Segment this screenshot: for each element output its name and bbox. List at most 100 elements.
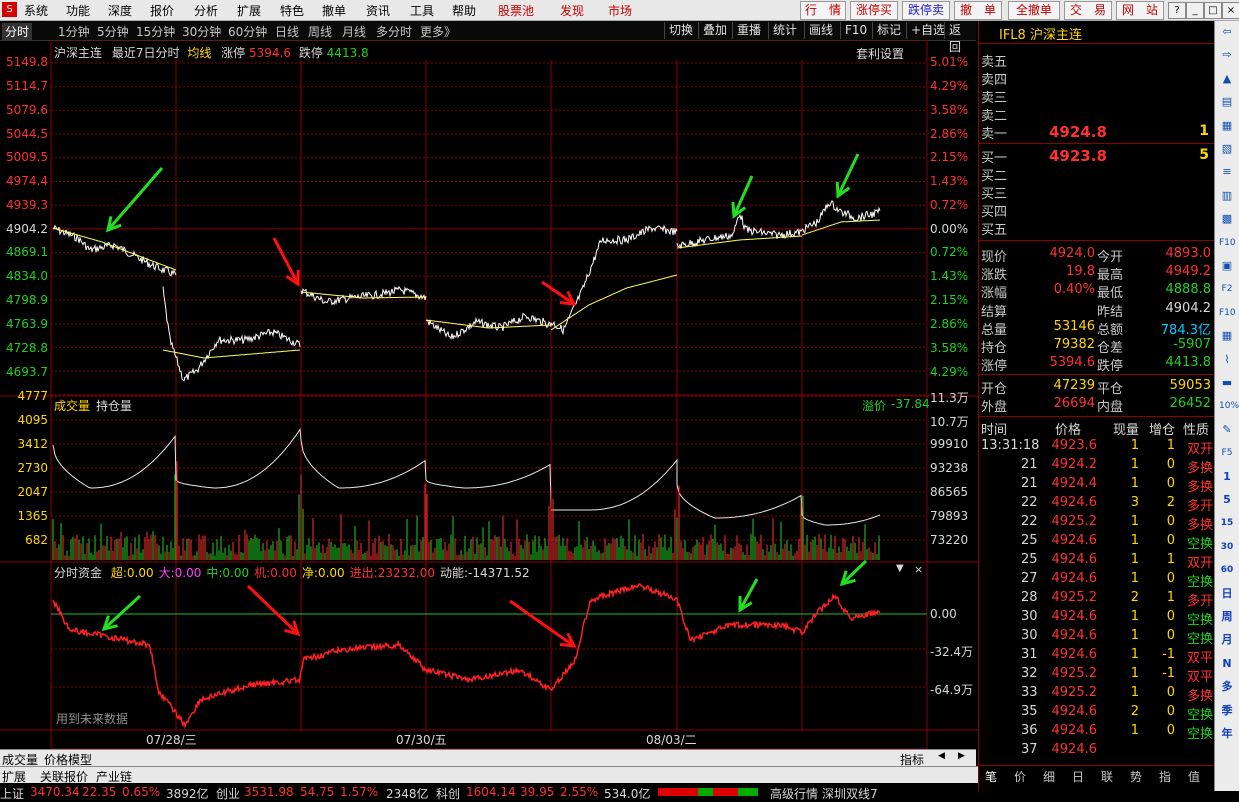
toolbar-shortcut-icon[interactable]: ▤ bbox=[1219, 94, 1235, 110]
toolbar-shortcut-icon[interactable]: N bbox=[1219, 656, 1235, 672]
menu-analysis[interactable]: 分析 bbox=[194, 2, 218, 19]
minimize-button[interactable]: _ bbox=[1186, 2, 1204, 19]
toolbar-shortcut-icon[interactable]: ⌇ bbox=[1219, 352, 1235, 368]
toolbar-shortcut-icon[interactable]: 年 bbox=[1219, 726, 1235, 742]
tick-tab[interactable]: 值 bbox=[1188, 768, 1200, 785]
toolbar-shortcut-icon[interactable]: F2 bbox=[1219, 281, 1235, 297]
tick-tab[interactable]: 日 bbox=[1072, 768, 1084, 785]
tick-tab[interactable]: 价 bbox=[1014, 768, 1026, 785]
tab-intraday[interactable]: 分时 bbox=[2, 23, 33, 40]
toolbar-shortcut-icon[interactable]: F10 bbox=[1219, 305, 1236, 321]
bid-level-label: 买二 bbox=[981, 169, 1008, 184]
panel-close-icon[interactable]: × bbox=[914, 563, 923, 576]
back-button[interactable]: 返回 bbox=[944, 22, 976, 54]
add-watchlist-button[interactable]: +自选 bbox=[906, 22, 949, 39]
toolbar-shortcut-icon[interactable]: 多 bbox=[1219, 679, 1235, 695]
menu-system[interactable]: 系统 bbox=[24, 2, 48, 19]
toolbar-shortcut-icon[interactable]: 周 bbox=[1219, 609, 1235, 625]
tab-daily[interactable]: 日线 bbox=[275, 23, 299, 40]
tab-multi-intraday[interactable]: 多分时 bbox=[376, 23, 412, 40]
menu-stock-pool[interactable]: 股票池 bbox=[498, 2, 534, 19]
tick-cell: 0 bbox=[1166, 457, 1175, 472]
toolbar-shortcut-icon[interactable]: 60 bbox=[1219, 562, 1235, 578]
fund-item-value: 0.00 bbox=[126, 566, 154, 580]
trade-button[interactable]: 交 易 bbox=[1064, 1, 1112, 20]
menu-depth[interactable]: 深度 bbox=[108, 2, 132, 19]
tick-tab[interactable]: 笔 bbox=[985, 768, 997, 785]
menu-market[interactable]: 市场 bbox=[608, 2, 632, 19]
tick-tab[interactable]: 联 bbox=[1101, 768, 1113, 785]
menu-feature[interactable]: 特色 bbox=[280, 2, 304, 19]
toolbar-shortcut-icon[interactable]: F10 bbox=[1219, 235, 1236, 251]
toolbar-shortcut-icon[interactable]: ▬ bbox=[1219, 375, 1235, 391]
switch-button[interactable]: 切换 bbox=[664, 22, 697, 39]
tab-monthly[interactable]: 月线 bbox=[342, 23, 366, 40]
toolbar-shortcut-icon[interactable]: 季 bbox=[1219, 703, 1235, 719]
tick-cell: 4924.6 bbox=[1051, 704, 1098, 719]
price-tick-label: 4763.9 bbox=[6, 317, 48, 331]
tick-tab[interactable]: 势 bbox=[1130, 768, 1142, 785]
limit-down-sell-button[interactable]: 跌停卖 bbox=[902, 1, 950, 20]
advanced-quote-link[interactable]: 高级行情 bbox=[770, 785, 818, 802]
toolbar-shortcut-icon[interactable]: 15 bbox=[1219, 515, 1235, 531]
website-button[interactable]: 网 站 bbox=[1116, 1, 1164, 20]
f10-button[interactable]: F10 bbox=[840, 22, 871, 39]
toolbar-shortcut-icon[interactable]: ▦ bbox=[1219, 328, 1235, 344]
toolbar-shortcut-icon[interactable]: ⇦ bbox=[1219, 24, 1235, 40]
menu-extend[interactable]: 扩展 bbox=[237, 2, 261, 19]
toolbar-shortcut-icon[interactable]: ▣ bbox=[1219, 258, 1235, 274]
scroll-right-icon[interactable]: ▶ bbox=[958, 751, 965, 761]
toolbar-shortcut-icon[interactable]: ▥ bbox=[1219, 188, 1235, 204]
app-logo-icon[interactable]: S bbox=[2, 2, 17, 17]
toolbar-shortcut-icon[interactable]: 1 bbox=[1219, 469, 1235, 485]
toolbar-shortcut-icon[interactable]: ▦ bbox=[1219, 118, 1235, 134]
tab-15min[interactable]: 15分钟 bbox=[136, 23, 175, 40]
close-button[interactable]: × bbox=[1222, 2, 1239, 19]
tick-tab[interactable]: 指 bbox=[1159, 768, 1171, 785]
toolbar-shortcut-icon[interactable]: 30 bbox=[1219, 539, 1235, 555]
mark-button[interactable]: 标记 bbox=[872, 22, 905, 39]
scroll-left-icon[interactable]: ◀ bbox=[938, 751, 945, 761]
server-link[interactable]: 深圳双线7 bbox=[822, 785, 878, 802]
toolbar-shortcut-icon[interactable]: 日 bbox=[1219, 586, 1235, 602]
tab-30min[interactable]: 30分钟 bbox=[182, 23, 221, 40]
tab-more[interactable]: 更多》 bbox=[420, 23, 456, 40]
menu-cancel[interactable]: 撤单 bbox=[322, 2, 346, 19]
toolbar-shortcut-icon[interactable]: ✎ bbox=[1219, 422, 1235, 438]
limit-up-buy-button[interactable]: 涨停买 bbox=[850, 1, 898, 20]
toolbar-shortcut-icon[interactable]: ▩ bbox=[1219, 211, 1235, 227]
replay-button[interactable]: 重播 bbox=[732, 22, 765, 39]
tab-60min[interactable]: 60分钟 bbox=[228, 23, 267, 40]
menu-help[interactable]: 帮助 bbox=[452, 2, 476, 19]
tick-tab[interactable]: 细 bbox=[1043, 768, 1055, 785]
tab-weekly[interactable]: 周线 bbox=[308, 23, 332, 40]
draw-button[interactable]: 画线 bbox=[804, 22, 837, 39]
toolbar-shortcut-icon[interactable]: 5 bbox=[1219, 492, 1235, 508]
stat-label: 昨结 bbox=[1097, 304, 1124, 320]
cancel-all-button[interactable]: 全撤单 bbox=[1008, 1, 1060, 20]
stat-label: 涨幅 bbox=[981, 286, 1008, 302]
toolbar-shortcut-icon[interactable]: F5 bbox=[1219, 445, 1235, 461]
menu-discover[interactable]: 发现 bbox=[560, 2, 584, 19]
menu-quote[interactable]: 报价 bbox=[150, 2, 174, 19]
oi-tick-label: 99910 bbox=[930, 437, 969, 451]
toolbar-shortcut-icon[interactable]: ⇨ bbox=[1219, 47, 1235, 63]
menu-news[interactable]: 资讯 bbox=[366, 2, 390, 19]
quote-button[interactable]: 行 情 bbox=[800, 1, 846, 20]
toolbar-shortcut-icon[interactable]: ≡ bbox=[1219, 164, 1235, 180]
tab-5min[interactable]: 5分钟 bbox=[97, 23, 129, 40]
stats-button[interactable]: 统计 bbox=[768, 22, 801, 39]
overlay-button[interactable]: 叠加 bbox=[698, 22, 731, 39]
toolbar-shortcut-icon[interactable]: 月 bbox=[1219, 632, 1235, 648]
menu-function[interactable]: 功能 bbox=[66, 2, 90, 19]
toolbar-shortcut-icon[interactable]: ▧ bbox=[1219, 141, 1235, 157]
cancel-order-button[interactable]: 撤 单 bbox=[954, 1, 1002, 20]
help-window-button[interactable]: ? bbox=[1168, 2, 1186, 19]
toolbar-shortcut-icon[interactable]: 10% bbox=[1219, 398, 1239, 414]
menu-tools[interactable]: 工具 bbox=[410, 2, 434, 19]
tab-1min[interactable]: 1分钟 bbox=[58, 23, 90, 40]
toolbar-shortcut-icon[interactable]: ▲ bbox=[1219, 71, 1235, 87]
maximize-button[interactable]: □ bbox=[1204, 2, 1222, 19]
dropdown-icon[interactable]: ▼ bbox=[896, 563, 904, 574]
stat-value: 53146 bbox=[1053, 318, 1095, 334]
